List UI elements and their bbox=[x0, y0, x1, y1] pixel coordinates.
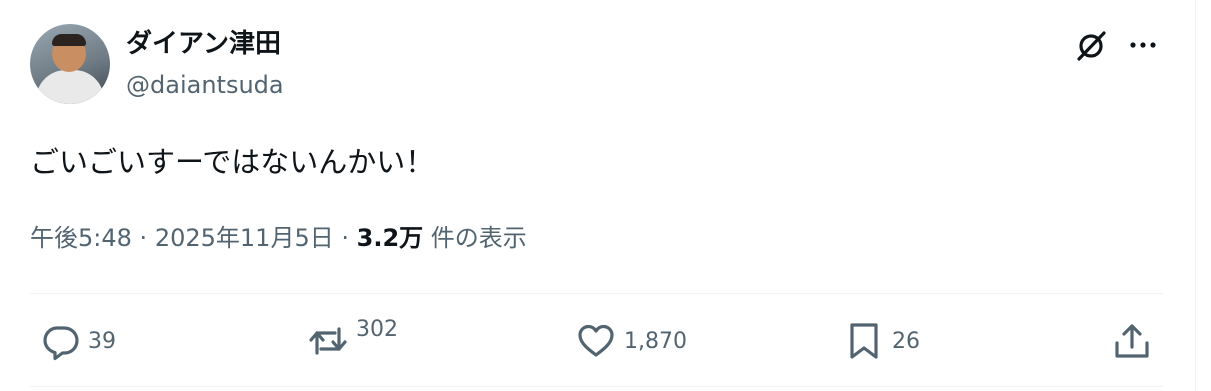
bookmark-button[interactable]: 26 bbox=[844, 321, 920, 361]
tweet-meta: 午後5:48 · 2025年11月5日 · 3.2万 件の表示 bbox=[30, 222, 527, 254]
like-count: 1,870 bbox=[624, 328, 687, 354]
avatar-body bbox=[36, 70, 104, 104]
divider bbox=[30, 293, 1163, 294]
author-display-name[interactable]: ダイアン津田 bbox=[126, 28, 281, 60]
views-label: 件の表示 bbox=[430, 224, 527, 252]
avatar-hair bbox=[52, 34, 86, 46]
reply-icon bbox=[43, 326, 79, 361]
author-handle[interactable]: @daiantsuda bbox=[126, 70, 284, 100]
share-button[interactable] bbox=[1112, 321, 1152, 361]
views-count[interactable]: 3.2万 bbox=[357, 224, 424, 252]
repost-button[interactable]: 302 bbox=[308, 317, 398, 361]
heart-icon bbox=[578, 324, 614, 357]
meta-separator: · bbox=[139, 224, 148, 252]
tweet-text: ごいごいすーではないんかい！ bbox=[30, 145, 435, 179]
grok-icon[interactable] bbox=[1073, 28, 1109, 64]
meta-separator: · bbox=[341, 224, 349, 252]
bookmark-icon bbox=[850, 323, 878, 359]
reply-count: 39 bbox=[88, 328, 116, 354]
like-button[interactable]: 1,870 bbox=[576, 321, 687, 361]
bookmark-count: 26 bbox=[892, 328, 920, 354]
avatar[interactable] bbox=[30, 24, 110, 104]
reply-button[interactable]: 39 bbox=[40, 321, 116, 361]
tweet-date[interactable]: 2025年11月5日 bbox=[155, 224, 334, 252]
repost-icon bbox=[309, 327, 347, 355]
column-border bbox=[1195, 0, 1196, 391]
tweet-time[interactable]: 午後5:48 bbox=[30, 224, 132, 252]
divider bbox=[30, 386, 1163, 387]
repost-count: 302 bbox=[356, 317, 398, 342]
share-icon bbox=[1115, 324, 1149, 358]
more-icon[interactable] bbox=[1126, 30, 1160, 60]
